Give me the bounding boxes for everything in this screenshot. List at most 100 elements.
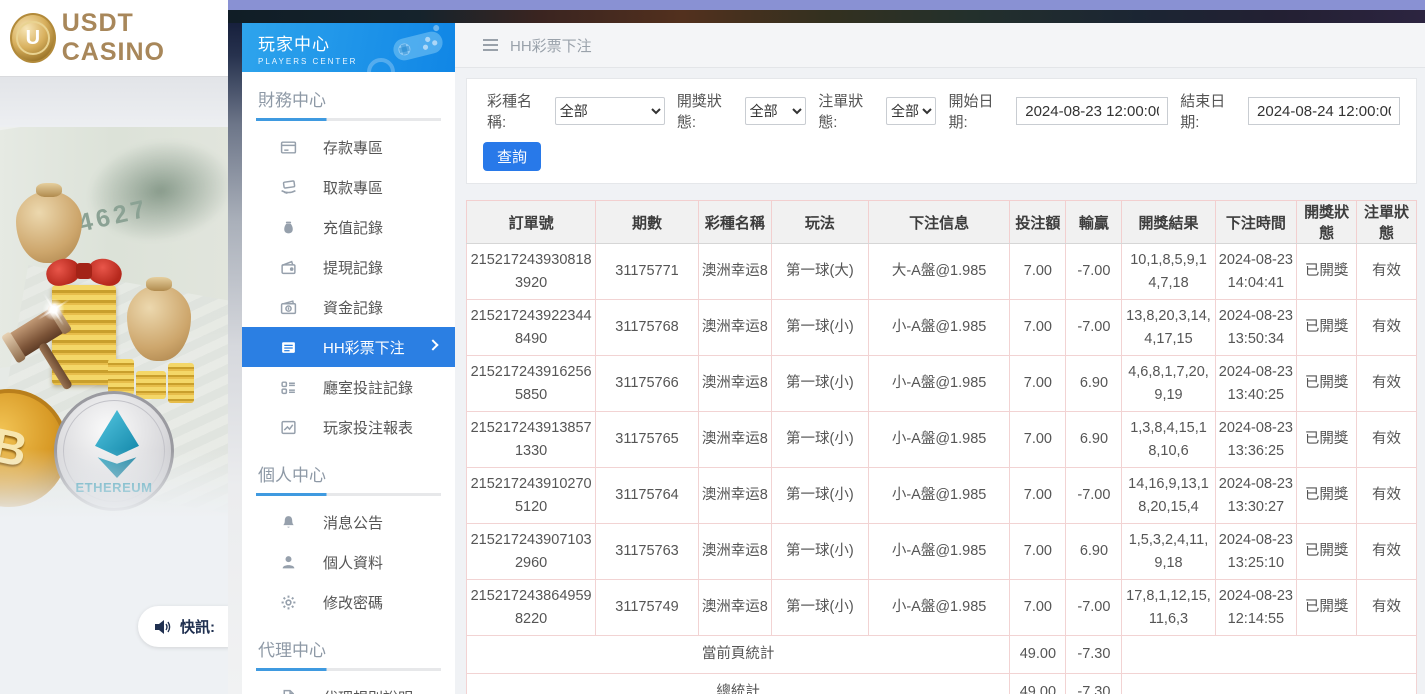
sidebar-item-hh-lottery-bets[interactable]: HH彩票下注 [242, 327, 455, 367]
start-date-label: 開始日期: [948, 90, 1008, 132]
col-lottery: 彩種名稱 [698, 201, 771, 244]
lottery-type-select[interactable]: 全部 [555, 97, 665, 125]
sidebar-item-label: 取款專區 [323, 177, 383, 198]
gold-coin-stack [136, 371, 166, 399]
page-summary-amount: 49.00 [1010, 636, 1066, 674]
red-bow [46, 259, 122, 293]
deposit-card-icon [280, 139, 297, 156]
room-records-icon [280, 379, 297, 396]
report-chart-icon [280, 419, 297, 436]
filter-panel: 彩種名稱: 全部 開獎狀態: 全部 注單狀態: 全部 開始日期: 結束日期: 查… [466, 78, 1417, 184]
news-ticker[interactable]: 快訊: [138, 606, 228, 647]
section-underline [256, 668, 441, 671]
total-summary-label: 總統計 [467, 674, 1010, 694]
bets-table-panel: 訂單號 期數 彩種名稱 玩法 下注信息 投注額 輸贏 開獎結果 下注時間 開獎狀… [466, 200, 1417, 694]
sidebar-item-label: 個人資料 [323, 552, 383, 573]
table-row: 215217243913857133031175765澳洲幸运8第一球(小)小-… [467, 412, 1417, 468]
sidebar-item-funds-records[interactable]: 資金記錄 [256, 287, 441, 327]
bell-icon [280, 514, 297, 531]
left-promo-panel: U USDT CASINO KB4627 B ETHEREUM [0, 0, 228, 694]
promo-artwork: KB4627 B ETHEREUM [0, 127, 228, 519]
sidebar-item-withdraw-records[interactable]: 提現記錄 [256, 247, 441, 287]
ticker-label: 快訊: [180, 616, 215, 637]
col-win-loss: 輸贏 [1066, 201, 1122, 244]
table-row: 215217243930818392031175771澳洲幸运8第一球(大)大-… [467, 244, 1417, 300]
top-dark-banner [228, 10, 1425, 23]
page-summary-winloss: -7.30 [1066, 636, 1122, 674]
sidebar-item-label: 修改密碼 [323, 592, 383, 613]
table-row: 215217243916256585031175766澳洲幸运8第一球(小)小-… [467, 356, 1417, 412]
col-draw-status: 開獎狀態 [1297, 201, 1357, 244]
sidebar-item-label: 充值記錄 [323, 217, 383, 238]
bets-table: 訂單號 期數 彩種名稱 玩法 下注信息 投注額 輸贏 開獎結果 下注時間 開獎狀… [466, 200, 1417, 694]
total-summary-row: 總統計 49.00 -7.30 [467, 674, 1417, 694]
brand-header: U USDT CASINO [0, 0, 228, 76]
section-personal-center: 個人中心 [258, 461, 439, 486]
order-status-select[interactable]: 全部 [886, 97, 936, 125]
speaker-icon [154, 619, 172, 635]
sidebar-item-announcements[interactable]: 消息公告 [256, 502, 441, 542]
sidebar-item-player-bet-report[interactable]: 玩家投注報表 [256, 407, 441, 447]
col-period: 期數 [596, 201, 699, 244]
document-icon [280, 689, 297, 694]
draw-status-select[interactable]: 全部 [745, 97, 807, 125]
col-order-status: 注單狀態 [1357, 201, 1417, 244]
artwork-fade [0, 449, 228, 519]
start-date-input[interactable] [1016, 97, 1168, 125]
sidebar-item-label: 代理規則說明 [323, 687, 413, 694]
gold-coin-stack [168, 363, 194, 403]
sidebar-item-label: 消息公告 [323, 512, 383, 533]
sidebar-item-label: 資金記錄 [323, 297, 383, 318]
section-underline [256, 493, 441, 496]
section-agent-center: 代理中心 [258, 636, 439, 661]
page-summary-label: 當前頁統計 [467, 636, 1010, 674]
section-finance-center: 財務中心 [258, 86, 439, 111]
chevron-right-icon [427, 339, 438, 350]
main-content: HH彩票下注 彩種名稱: 全部 開獎狀態: 全部 注單狀態: 全部 開始日期: … [455, 23, 1425, 694]
withdraw-hand-icon [280, 179, 297, 196]
total-summary-winloss: -7.30 [1066, 674, 1122, 694]
sidebar-item-label: 提現記錄 [323, 257, 383, 278]
lottery-type-label: 彩種名稱: [487, 90, 547, 132]
sidebar-item-withdraw[interactable]: 取款專區 [256, 167, 441, 207]
sidebar-item-profile[interactable]: 個人資料 [256, 542, 441, 582]
sidebar-item-recharge-records[interactable]: 充值記錄 [256, 207, 441, 247]
brand-name: USDT CASINO [62, 9, 228, 67]
col-amount: 投注額 [1010, 201, 1066, 244]
sidebar-item-deposit[interactable]: 存款專區 [256, 127, 441, 167]
sidebar-header: 玩家中心 PLAYERS CENTER [242, 23, 455, 72]
gold-coin-stack [108, 359, 134, 395]
col-play: 玩法 [771, 201, 868, 244]
draw-status-label: 開獎狀態: [677, 90, 737, 132]
menu-toggle-icon[interactable] [483, 39, 498, 51]
table-row: 215217243922344849031175768澳洲幸运8第一球(小)小-… [467, 300, 1417, 356]
total-summary-empty [1122, 674, 1417, 694]
gear-icon [280, 594, 297, 611]
sidebar-item-label: HH彩票下注 [323, 337, 405, 358]
table-row: 215217243864959822031175749澳洲幸运8第一球(小)小-… [467, 580, 1417, 636]
divider-strip [0, 76, 228, 127]
moneybag-icon [280, 219, 297, 236]
sidebar-menu: 財務中心 存款專區 取款專區 充值記錄 提現記錄 [242, 86, 455, 694]
end-date-label: 結束日期: [1180, 90, 1240, 132]
page-title: HH彩票下注 [510, 35, 592, 56]
col-bet-info: 下注信息 [868, 201, 1010, 244]
sidebar-item-label: 玩家投注報表 [323, 417, 413, 438]
table-row: 215217243907103296031175763澳洲幸运8第一球(小)小-… [467, 524, 1417, 580]
end-date-input[interactable] [1248, 97, 1400, 125]
sidebar: 玩家中心 PLAYERS CENTER 財務中心 存款專區 取款專區 [242, 23, 455, 694]
sidebar-item-agent-rules[interactable]: 代理規則說明 [256, 677, 441, 694]
table-row: 215217243910270512031175764澳洲幸运8第一球(小)小-… [467, 468, 1417, 524]
sidebar-item-change-password[interactable]: 修改密碼 [256, 582, 441, 622]
sidebar-item-room-bet-records[interactable]: 廳室投註記錄 [256, 367, 441, 407]
col-bet-time: 下注時間 [1215, 201, 1297, 244]
bill-engraving [73, 127, 228, 258]
search-button[interactable]: 查詢 [483, 142, 541, 171]
usdt-casino-logo-icon: U [10, 13, 56, 63]
order-status-label: 注單狀態: [818, 90, 878, 132]
page-summary-empty [1122, 636, 1417, 674]
col-result: 開獎結果 [1122, 201, 1215, 244]
page-summary-row: 當前頁統計 49.00 -7.30 [467, 636, 1417, 674]
table-header-row: 訂單號 期數 彩種名稱 玩法 下注信息 投注額 輸贏 開獎結果 下注時間 開獎狀… [467, 201, 1417, 244]
funds-wallet-icon [280, 299, 297, 316]
